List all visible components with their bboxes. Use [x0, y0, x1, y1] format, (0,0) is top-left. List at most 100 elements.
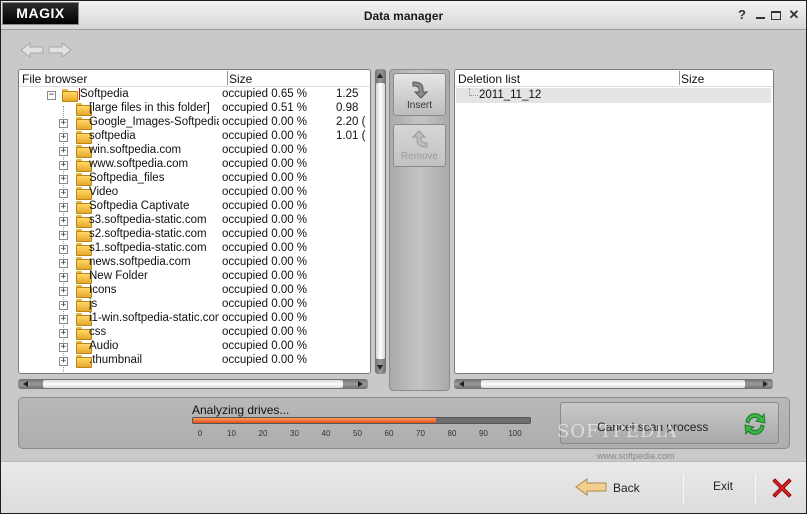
tree-row[interactable]: [large files in this folder] occupied 0.5…	[19, 102, 370, 116]
close-window-button[interactable]: ✕	[786, 6, 802, 24]
maximize-button[interactable]	[768, 6, 784, 24]
expand-icon[interactable]: +	[59, 175, 68, 184]
tree-row[interactable]: + New Folder occupied 0.00 %	[19, 270, 370, 284]
scroll-left-icon[interactable]	[459, 381, 464, 387]
expand-icon[interactable]: +	[59, 245, 68, 254]
help-button[interactable]: ?	[734, 6, 750, 24]
folder-name: .thumbnail	[89, 354, 143, 366]
progress-tick-label: 40	[321, 429, 331, 438]
column-separator[interactable]	[227, 71, 228, 85]
folder-icon	[76, 103, 92, 116]
folder-icon	[76, 243, 92, 256]
expand-icon[interactable]: +	[59, 189, 68, 198]
expand-icon[interactable]: +	[59, 357, 68, 366]
occupied-percent: occupied 0.00 %	[222, 354, 308, 366]
exit-x-button[interactable]	[770, 476, 794, 500]
expand-icon[interactable]: +	[59, 147, 68, 156]
folder-size: 1.01 (	[336, 130, 366, 142]
folder-icon	[76, 271, 92, 284]
tree-row[interactable]: + i1-win.softpedia-static.com occupied 0.0…	[19, 312, 370, 326]
scroll-thumb[interactable]	[43, 380, 343, 388]
progress-tick-label: 50	[353, 429, 362, 438]
occupied-percent: occupied 0.00 %	[222, 284, 308, 296]
deletion-list-column-title[interactable]: Deletion list	[458, 72, 520, 86]
expand-icon[interactable]: +	[59, 343, 68, 352]
tree-row[interactable]: + Icons occupied 0.00 %	[19, 284, 370, 298]
scroll-right-icon[interactable]	[763, 381, 768, 387]
file-browser-vertical-scrollbar[interactable]	[375, 69, 386, 374]
tree-row[interactable]: + win.softpedia.com occupied 0.00 %	[19, 144, 370, 158]
tree-row[interactable]: + www.softpedia.com occupied 0.00 %	[19, 158, 370, 172]
nav-forward-arrow[interactable]	[48, 41, 72, 59]
collapse-icon[interactable]: −	[47, 91, 56, 100]
expand-icon[interactable]: +	[59, 231, 68, 240]
expand-icon[interactable]: +	[59, 203, 68, 212]
folder-name: i1-win.softpedia-static.com	[89, 312, 219, 324]
tree-row[interactable]: + Google_Images-Softpedia occupied 0.00 % 2…	[19, 116, 370, 130]
deletion-item-name: 2011_11_12	[479, 89, 542, 101]
expand-icon[interactable]: +	[59, 287, 68, 296]
folder-icon	[76, 257, 92, 270]
file-browser-column-title[interactable]: File browser	[22, 72, 87, 86]
insert-button[interactable]: Insert	[393, 73, 446, 116]
folder-name: win.softpedia.com	[89, 144, 182, 156]
tree-row[interactable]: + Softpedia Captivate occupied 0.00 %	[19, 200, 370, 214]
deletion-list-horizontal-scrollbar[interactable]	[454, 379, 773, 389]
tree-row[interactable]: + Audio occupied 0.00 %	[19, 340, 370, 354]
window-title: Data manager	[363, 9, 444, 23]
tree-row[interactable]: + css occupied 0.00 %	[19, 326, 370, 340]
tree-connector	[470, 95, 478, 96]
scroll-left-icon[interactable]	[23, 381, 28, 387]
tree-row[interactable]: + js occupied 0.00 %	[19, 298, 370, 312]
expand-icon[interactable]: +	[59, 273, 68, 282]
tree-row[interactable]: + .thumbnail occupied 0.00 %	[19, 354, 370, 368]
tree-row[interactable]: + Video occupied 0.00 %	[19, 186, 370, 200]
minimize-icon	[755, 17, 765, 19]
expand-icon[interactable]: +	[59, 315, 68, 324]
deletion-list-item[interactable]: 2011_11_12	[456, 88, 771, 103]
minimize-button[interactable]	[752, 6, 768, 24]
progress-tick-label: 70	[416, 429, 425, 438]
scroll-up-icon[interactable]	[377, 73, 383, 78]
tree-row[interactable]: + Softpedia_files occupied 0.00 %	[19, 172, 370, 186]
occupied-percent: occupied 0.00 %	[222, 116, 308, 128]
tree-row[interactable]: + news.softpedia.com occupied 0.00 %	[19, 256, 370, 270]
folder-icon	[76, 145, 92, 158]
folder-name: New Folder	[89, 270, 148, 282]
folder-name: softpedia	[89, 130, 136, 142]
tree-root-row[interactable]: − Softpedia occupied 0.65 % 1.25	[19, 88, 370, 102]
tree-row[interactable]: + s1.softpedia-static.com occupied 0.00 %	[19, 242, 370, 256]
size-column-title[interactable]: Size	[681, 72, 704, 86]
occupied-percent: occupied 0.00 %	[222, 340, 308, 352]
remove-button[interactable]: Remove	[393, 124, 446, 167]
tree-row[interactable]: + s2.softpedia-static.com occupied 0.00 %	[19, 228, 370, 242]
occupied-percent: occupied 0.00 %	[222, 312, 308, 324]
folder-name: Softpedia	[79, 88, 219, 100]
expand-icon[interactable]: +	[59, 301, 68, 310]
exit-button[interactable]: Exit	[713, 479, 733, 493]
file-browser-horizontal-scrollbar[interactable]	[18, 379, 368, 389]
insert-label: Insert	[406, 100, 432, 111]
scroll-thumb[interactable]	[481, 380, 745, 388]
column-separator[interactable]	[679, 71, 680, 85]
folder-name: js	[89, 298, 98, 310]
expand-icon[interactable]: +	[59, 259, 68, 268]
expand-icon[interactable]: +	[59, 217, 68, 226]
file-tree[interactable]: − Softpedia occupied 0.65 % 1.25 [large file…	[19, 88, 370, 373]
scroll-thumb[interactable]	[376, 83, 385, 359]
scroll-right-icon[interactable]	[358, 381, 363, 387]
occupied-percent: occupied 0.00 %	[222, 298, 308, 310]
expand-icon[interactable]: +	[59, 161, 68, 170]
scroll-down-icon[interactable]	[377, 365, 383, 370]
expand-icon[interactable]: +	[59, 119, 68, 128]
tree-row[interactable]: + softpedia occupied 0.00 % 1.01 (	[19, 130, 370, 144]
folder-name: Audio	[89, 340, 119, 352]
occupied-percent: occupied 0.00 %	[222, 270, 308, 282]
tree-row[interactable]: + s3.softpedia-static.com occupied 0.00 %	[19, 214, 370, 228]
expand-icon[interactable]: +	[59, 133, 68, 142]
size-column-title[interactable]: Size	[229, 72, 252, 86]
progress-scale: 0 10 20 30 40 50 60 70 80 90 100	[192, 429, 531, 441]
nav-back-arrow[interactable]	[20, 41, 44, 59]
expand-icon[interactable]: +	[59, 329, 68, 338]
footer-separator	[683, 474, 684, 504]
